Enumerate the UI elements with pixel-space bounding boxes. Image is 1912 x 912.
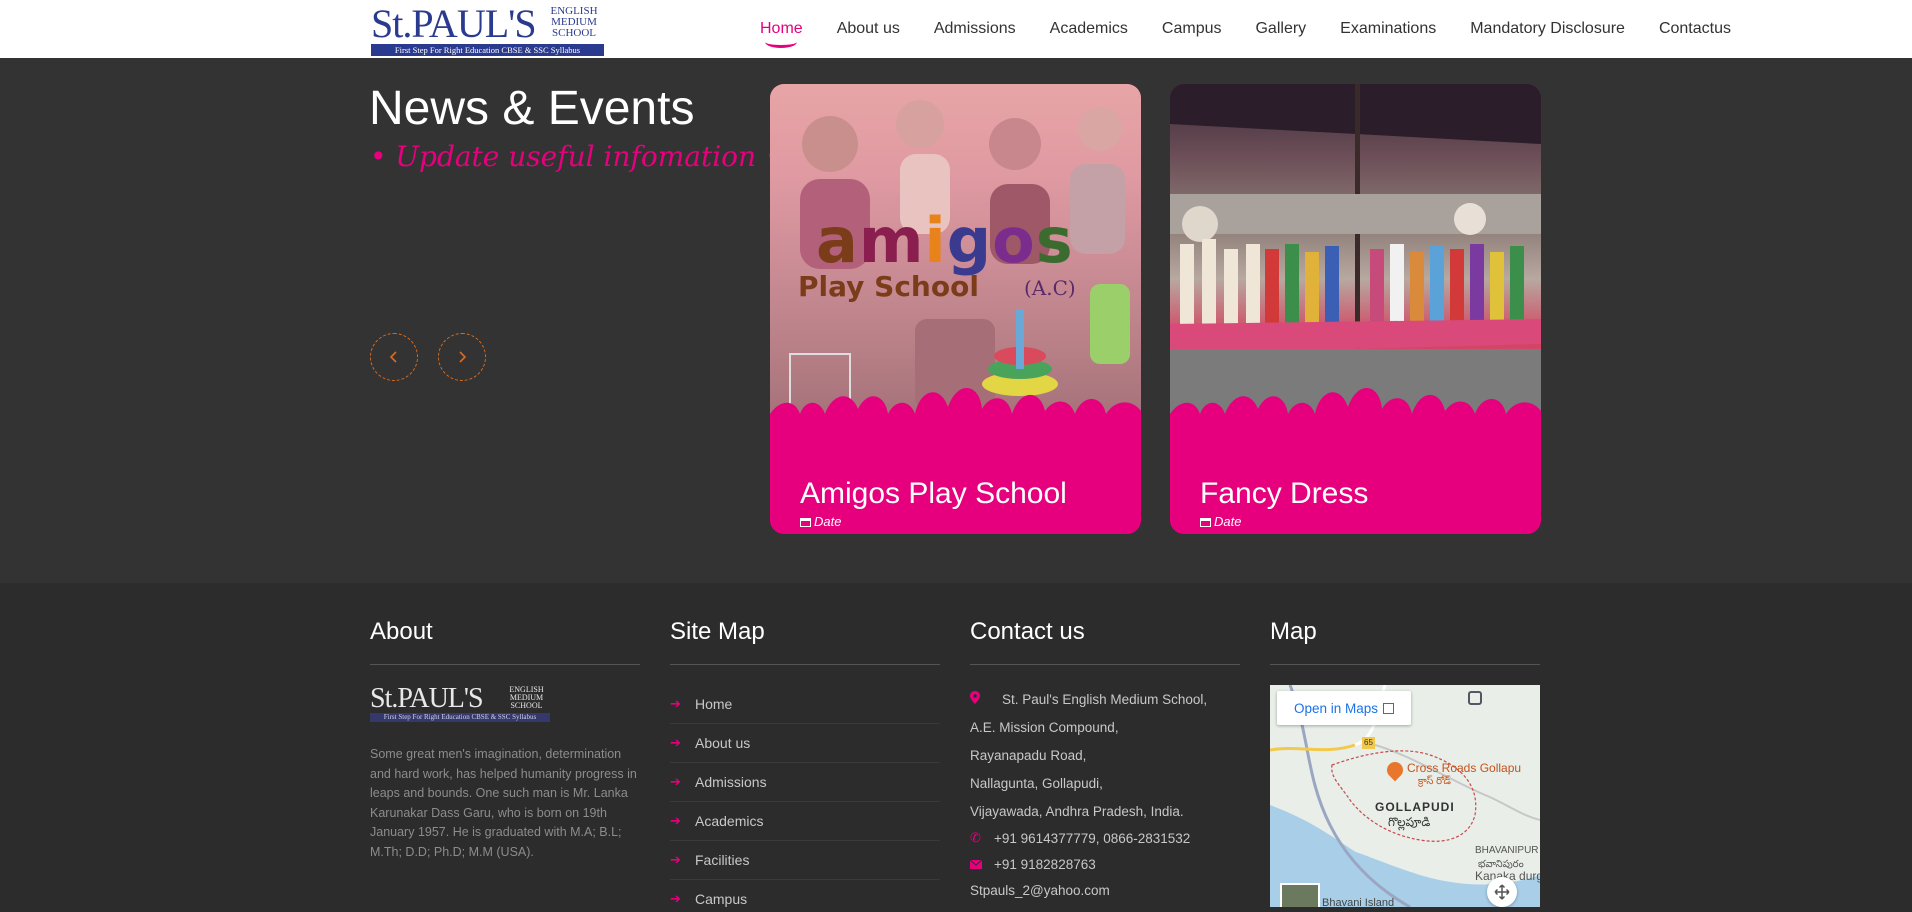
sitemap-link-about-us[interactable]: ➔ About us bbox=[670, 724, 940, 763]
news-subtitle: • Update useful infomation • bbox=[370, 140, 782, 173]
map-label-cross-roads: Cross Roads Gollapu bbox=[1407, 761, 1522, 775]
address-line: A.E. Mission Compound, bbox=[970, 719, 1119, 735]
site-footer: About St.PAUL'S ENGLISH MEDIUM SCHOOL Fi… bbox=[0, 583, 1912, 912]
hearts-border-decoration bbox=[770, 388, 1141, 439]
nav-campus[interactable]: Campus bbox=[1145, 20, 1239, 38]
phone-line[interactable]: ✆ +91 9614377779, 0866-2831532 bbox=[970, 825, 1240, 851]
news-card-body: Amigos Play School Date bbox=[770, 439, 1141, 534]
amigos-play-school-text: Play School bbox=[798, 270, 979, 303]
nav-admissions[interactable]: Admissions bbox=[917, 20, 1033, 38]
news-card-date: Date bbox=[1200, 514, 1241, 529]
news-card-image bbox=[1170, 84, 1541, 439]
phone-icon: ✆ bbox=[970, 830, 981, 845]
sitemap-link-home[interactable]: ➔ Home bbox=[670, 685, 940, 724]
school-logo[interactable]: St.PAUL'S ENGLISH MEDIUM SCHOOL First St… bbox=[371, 1, 604, 56]
chevron-right-icon bbox=[459, 351, 467, 363]
envelope-icon bbox=[969, 857, 994, 872]
amigos-ac-text: (A.C) bbox=[1024, 276, 1076, 300]
active-indicator bbox=[765, 36, 798, 48]
open-in-maps-button[interactable]: Open in Maps bbox=[1277, 691, 1411, 725]
hearts-border-decoration bbox=[1170, 388, 1541, 439]
nav-contactus[interactable]: Contactus bbox=[1642, 20, 1748, 38]
footer-map-heading: Map bbox=[1270, 618, 1540, 665]
arrow-right-icon: ➔ bbox=[670, 735, 681, 750]
nav-examinations[interactable]: Examinations bbox=[1323, 20, 1453, 38]
transit-icon bbox=[1468, 691, 1482, 705]
map-label-bhavani-island: Bhavani Island bbox=[1322, 897, 1395, 907]
nav-about-us[interactable]: About us bbox=[820, 20, 917, 38]
footer-contact: Contact us St. Paul's English Medium Sch… bbox=[969, 618, 1240, 903]
sitemap-link-admissions[interactable]: ➔ Admissions bbox=[670, 763, 940, 802]
sitemap-link-campus[interactable]: ➔ Campus bbox=[670, 880, 940, 912]
calendar-icon bbox=[1200, 518, 1211, 527]
footer-about-text: Some great men's imagination, determinat… bbox=[370, 747, 637, 859]
news-card-body: Fancy Dress Date bbox=[1170, 439, 1541, 534]
satellite-layer-toggle[interactable] bbox=[1280, 883, 1320, 907]
logo-side-text: ENGLISH MEDIUM SCHOOL bbox=[550, 5, 598, 39]
calendar-icon bbox=[800, 518, 811, 527]
address-line: Nallagunta, Gollapudi, bbox=[970, 775, 1103, 791]
amigos-wordmark: amigos bbox=[816, 204, 1074, 277]
news-card-fancy-dress[interactable]: Fancy Dress Date bbox=[1170, 84, 1541, 534]
expand-icon bbox=[1494, 884, 1510, 900]
news-card-image: amigos Play School (A.C) bbox=[770, 84, 1141, 439]
map-label-bhavanipur: BHAVANIPUR bbox=[1475, 845, 1539, 856]
footer-sitemap-heading: Site Map bbox=[670, 618, 940, 665]
map-label-cross-roads-te: క్రాస్ రోడ్ bbox=[1418, 776, 1451, 787]
map-marker-icon bbox=[970, 691, 1002, 707]
footer-contact-heading: Contact us bbox=[970, 618, 1240, 665]
address-line: St. Paul's English Medium School, bbox=[970, 685, 1240, 713]
mobile-line[interactable]: +91 9182828763 bbox=[969, 851, 1240, 877]
sitemap-link-academics[interactable]: ➔ Academics bbox=[670, 802, 940, 841]
carousel-prev-button[interactable] bbox=[370, 333, 418, 381]
carousel-next-button[interactable] bbox=[438, 333, 486, 381]
arrow-right-icon: ➔ bbox=[670, 774, 681, 789]
footer-about: About St.PAUL'S ENGLISH MEDIUM SCHOOL Fi… bbox=[370, 618, 640, 862]
footer-map: Map Open in Maps 65 Cross Roads Gollapu … bbox=[1270, 618, 1540, 907]
address-line: Vijayawada, Andhra Pradesh, India. bbox=[970, 803, 1184, 819]
news-title: News & Events bbox=[369, 82, 695, 135]
nav-academics[interactable]: Academics bbox=[1033, 20, 1145, 38]
arrow-right-icon: ➔ bbox=[670, 813, 681, 828]
contact-details: St. Paul's English Medium School, A.E. M… bbox=[969, 685, 1240, 903]
news-events-section: News & Events • Update useful infomation… bbox=[0, 58, 1912, 583]
map-label-gollapudi: GOLLAPUDI bbox=[1375, 800, 1455, 814]
sitemap-link-facilities[interactable]: ➔ Facilities bbox=[670, 841, 940, 880]
external-link-icon bbox=[1383, 702, 1395, 714]
arrow-right-icon: ➔ bbox=[670, 891, 681, 906]
address-line: Rayanapadu Road, bbox=[970, 747, 1087, 763]
email-link[interactable]: Stpauls_2@yahoo.com bbox=[970, 877, 1240, 903]
amigos-school-logo: amigos Play School (A.C) bbox=[798, 204, 1128, 314]
footer-about-heading: About bbox=[370, 618, 640, 665]
news-card-title: Fancy Dress bbox=[1200, 477, 1369, 510]
news-card-title: Amigos Play School bbox=[800, 477, 1067, 510]
logo-name: St.PAUL'S bbox=[371, 1, 537, 46]
news-card-date: Date bbox=[800, 514, 841, 529]
logo-tagline: First Step For Right Education CBSE & SS… bbox=[371, 44, 604, 56]
chevron-left-icon bbox=[389, 351, 397, 363]
arrow-right-icon: ➔ bbox=[670, 852, 681, 867]
nav-gallery[interactable]: Gallery bbox=[1238, 20, 1323, 38]
footer-school-logo: St.PAUL'S ENGLISH MEDIUM SCHOOL First St… bbox=[370, 685, 550, 723]
map-fullscreen-button[interactable] bbox=[1487, 877, 1517, 907]
sitemap-list: ➔ Home ➔ About us ➔ Admissions ➔ Academics ➔… bbox=[670, 685, 940, 912]
footer-sitemap: Site Map ➔ Home ➔ About us ➔ Admissions ➔ Ac… bbox=[670, 618, 940, 912]
main-nav: Home About us Admissions Academics Campu… bbox=[743, 0, 1748, 58]
embedded-map[interactable]: Open in Maps 65 Cross Roads Gollapu క్రా… bbox=[1270, 685, 1540, 907]
nav-home[interactable]: Home bbox=[743, 20, 820, 48]
highway-shield: 65 bbox=[1362, 737, 1375, 749]
arrow-right-icon: ➔ bbox=[670, 696, 681, 711]
nav-mandatory-disclosure[interactable]: Mandatory Disclosure bbox=[1453, 20, 1642, 38]
site-header: St.PAUL'S ENGLISH MEDIUM SCHOOL First St… bbox=[0, 0, 1912, 58]
news-card-amigos[interactable]: amigos Play School (A.C) Amigos Play Sch… bbox=[770, 84, 1141, 534]
map-label-gollapudi-te: గొల్లపూడి bbox=[1388, 815, 1431, 829]
